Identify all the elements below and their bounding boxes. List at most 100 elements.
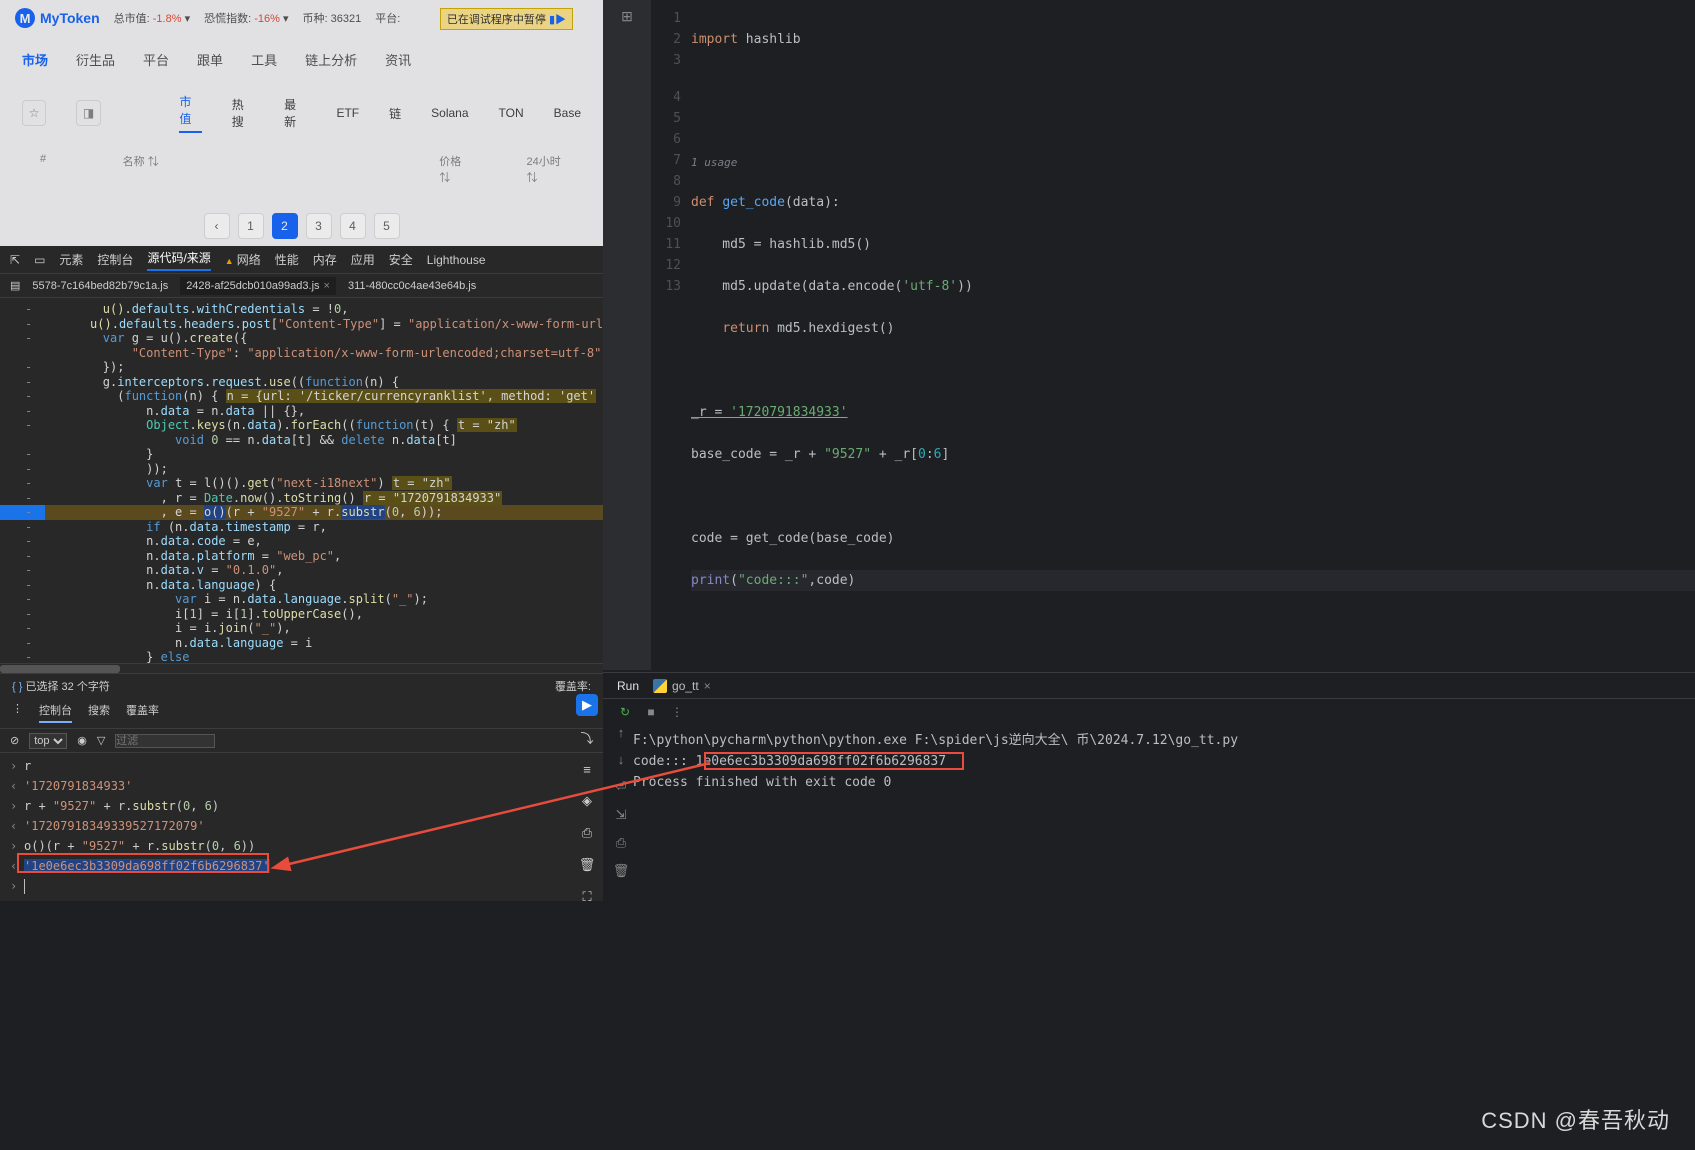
sub-nav: ☆ ◨ 市值 热搜 最新 ETF 链 Solana TON Base xyxy=(0,83,603,143)
page-prev[interactable]: ‹ xyxy=(204,213,230,239)
nav-follow[interactable]: 跟单 xyxy=(197,50,223,69)
tab-elements[interactable]: 元素 xyxy=(59,251,83,268)
tab-memory[interactable]: 内存 xyxy=(313,251,337,268)
camera-icon[interactable]: ◨ xyxy=(76,100,100,126)
stat-coins: 币种: 36321 xyxy=(302,10,361,26)
snippets-icon[interactable]: ◈ xyxy=(576,790,598,812)
print-icon[interactable]: ⎙ xyxy=(576,822,598,844)
resume-icon[interactable]: ▶ xyxy=(576,694,598,716)
page-3[interactable]: 3 xyxy=(306,213,332,239)
page-4[interactable]: 4 xyxy=(340,213,366,239)
up-arrow-icon[interactable]: ↑ xyxy=(618,725,625,740)
star-icon[interactable]: ☆ xyxy=(22,100,46,126)
sub-etf[interactable]: ETF xyxy=(336,106,359,120)
nav-market[interactable]: 市场 xyxy=(22,50,48,69)
trash-icon[interactable]: 🗑 xyxy=(613,863,630,879)
logo-text: MyToken xyxy=(40,10,100,26)
stat-platform: 平台: xyxy=(375,10,400,26)
scroll-end-icon[interactable]: ⇲ xyxy=(616,807,627,823)
structure-icon[interactable]: ⊞ xyxy=(621,8,633,25)
console-output[interactable]: ›r ‹'1720791834933' ›r + "9527" + r.subs… xyxy=(0,753,603,899)
sub-chain[interactable]: 链 xyxy=(389,105,401,122)
trash-icon[interactable]: 🗑 xyxy=(576,854,598,876)
file-tab-2[interactable]: 2428-af25dcb010a99ad3.js× xyxy=(180,277,336,295)
file-tabs: ▤ 5578-7c164bed82b79c1a.js 2428-af25dcb0… xyxy=(0,274,603,298)
tab-console[interactable]: 控制台 xyxy=(97,251,133,268)
nav-platform[interactable]: 平台 xyxy=(143,50,169,69)
col-num[interactable]: # xyxy=(40,153,63,185)
run-label: Run xyxy=(617,679,639,693)
col-name[interactable]: 名称 ⇅ xyxy=(123,153,183,185)
col-24h[interactable]: 24小时 ⇅ xyxy=(526,153,563,185)
clear-console-icon[interactable]: ⊘ xyxy=(10,734,19,747)
file-tab-1[interactable]: 5578-7c164bed82b79c1a.js xyxy=(32,280,168,292)
drawer-coverage[interactable]: 覆盖率 xyxy=(126,702,159,723)
python-file-icon xyxy=(653,679,667,693)
page-5[interactable]: 5 xyxy=(374,213,400,239)
context-select[interactable]: top xyxy=(29,733,67,749)
eye-icon[interactable]: ◉ xyxy=(77,734,87,747)
drawer-tabs: ⋮ 控制台 搜索 覆盖率 xyxy=(0,697,603,729)
devtools-panel: ⇱ ▭ 元素 控制台 源代码/来源 网络 性能 内存 应用 安全 Lightho… xyxy=(0,246,603,901)
nav-onchain[interactable]: 链上分析 xyxy=(305,50,357,69)
drawer-search[interactable]: 搜索 xyxy=(88,702,110,723)
page-1[interactable]: 1 xyxy=(238,213,264,239)
stat-fear: 恐慌指数: -16% ▾ xyxy=(204,10,288,26)
table-header: # 名称 ⇅ 价格 ⇅ 24小时 ⇅ xyxy=(0,143,603,195)
sub-ton[interactable]: TON xyxy=(499,106,524,120)
device-icon[interactable]: ▭ xyxy=(34,253,45,267)
nav-tools[interactable]: 工具 xyxy=(251,50,277,69)
run-tab-go-tt[interactable]: go_tt × xyxy=(653,679,711,693)
soft-wrap-icon[interactable]: ⏎ xyxy=(616,779,627,795)
layers-icon[interactable]: ≡ xyxy=(576,758,598,780)
sub-base[interactable]: Base xyxy=(554,106,581,120)
tab-performance[interactable]: 性能 xyxy=(275,251,299,268)
mytoken-logo[interactable]: M MyToken xyxy=(15,8,100,28)
coverage-info: 覆盖率: xyxy=(555,678,591,694)
run-console-output[interactable]: F:\python\pycharm\python\python.exe F:\s… xyxy=(603,725,1695,798)
more-icon[interactable]: ⋮ xyxy=(669,704,685,720)
rerun-icon[interactable]: ↻ xyxy=(617,704,633,720)
source-code-view[interactable]: - u().defaults.withCredentials = !0, - u… xyxy=(0,298,603,663)
expand-icon[interactable]: ⛶ xyxy=(576,886,598,908)
stat-total-cap: 总市值: -1.8% ▾ xyxy=(114,10,190,26)
step-over-icon[interactable]: ⤵ xyxy=(576,726,598,748)
page-2[interactable]: 2 xyxy=(272,213,298,239)
stop-icon[interactable]: ■ xyxy=(643,704,659,720)
ide-left-gutter: ⊞ xyxy=(603,0,651,670)
page-tree-icon[interactable]: ▤ xyxy=(10,279,20,292)
logo-icon: M xyxy=(15,8,35,28)
down-arrow-icon[interactable]: ↓ xyxy=(618,752,625,767)
sub-solana[interactable]: Solana xyxy=(431,106,468,120)
tab-application[interactable]: 应用 xyxy=(351,251,375,268)
sub-hot[interactable]: 热搜 xyxy=(232,96,254,130)
tab-network[interactable]: 网络 xyxy=(225,251,261,268)
file-tab-3[interactable]: 311-480cc0c4ae43e64b.js xyxy=(348,280,476,292)
inspect-icon[interactable]: ⇱ xyxy=(10,253,20,267)
nav-news[interactable]: 资讯 xyxy=(385,50,411,69)
csdn-watermark: CSDN @春吾秋动 xyxy=(1481,1103,1670,1135)
horizontal-scrollbar[interactable] xyxy=(0,663,603,673)
browser-viewport: M MyToken 总市值: -1.8% ▾ 恐慌指数: -16% ▾ 币种: … xyxy=(0,0,603,246)
tab-sources[interactable]: 源代码/来源 xyxy=(147,249,210,271)
col-price[interactable]: 价格 ⇅ xyxy=(439,153,466,185)
tab-lighthouse[interactable]: Lighthouse xyxy=(427,253,486,267)
close-run-tab-icon[interactable]: × xyxy=(704,679,711,693)
python-editor[interactable]: import hashlib 1 usage def get_code(data… xyxy=(691,0,1695,670)
filter-input[interactable] xyxy=(115,734,215,748)
close-icon[interactable]: × xyxy=(324,280,330,292)
tab-security[interactable]: 安全 xyxy=(389,251,413,268)
run-toolbar: ↻ ■ ⋮ xyxy=(603,699,1695,725)
sub-marketcap[interactable]: 市值 xyxy=(179,93,201,133)
nav-derivatives[interactable]: 衍生品 xyxy=(76,50,115,69)
main-nav: 市场 衍生品 平台 跟单 工具 链上分析 资讯 xyxy=(0,36,603,83)
drawer-toggle-icon[interactable]: ⋮ xyxy=(12,702,23,723)
filter-icon[interactable]: ▽ xyxy=(97,734,105,747)
drawer-console[interactable]: 控制台 xyxy=(39,702,72,723)
sub-new[interactable]: 最新 xyxy=(284,96,306,130)
debug-paused-badge: 已在调试程序中暂停 ▮▶ xyxy=(440,8,573,30)
devtools-tabs: ⇱ ▭ 元素 控制台 源代码/来源 网络 性能 内存 应用 安全 Lightho… xyxy=(0,246,603,274)
print-icon[interactable]: ⎙ xyxy=(616,835,626,851)
debugger-controls: ▶ ⤵ ≡ ◈ ⎙ 🗑 ⛶ xyxy=(575,694,599,908)
line-number-gutter: 12345678910111213 xyxy=(651,0,691,670)
